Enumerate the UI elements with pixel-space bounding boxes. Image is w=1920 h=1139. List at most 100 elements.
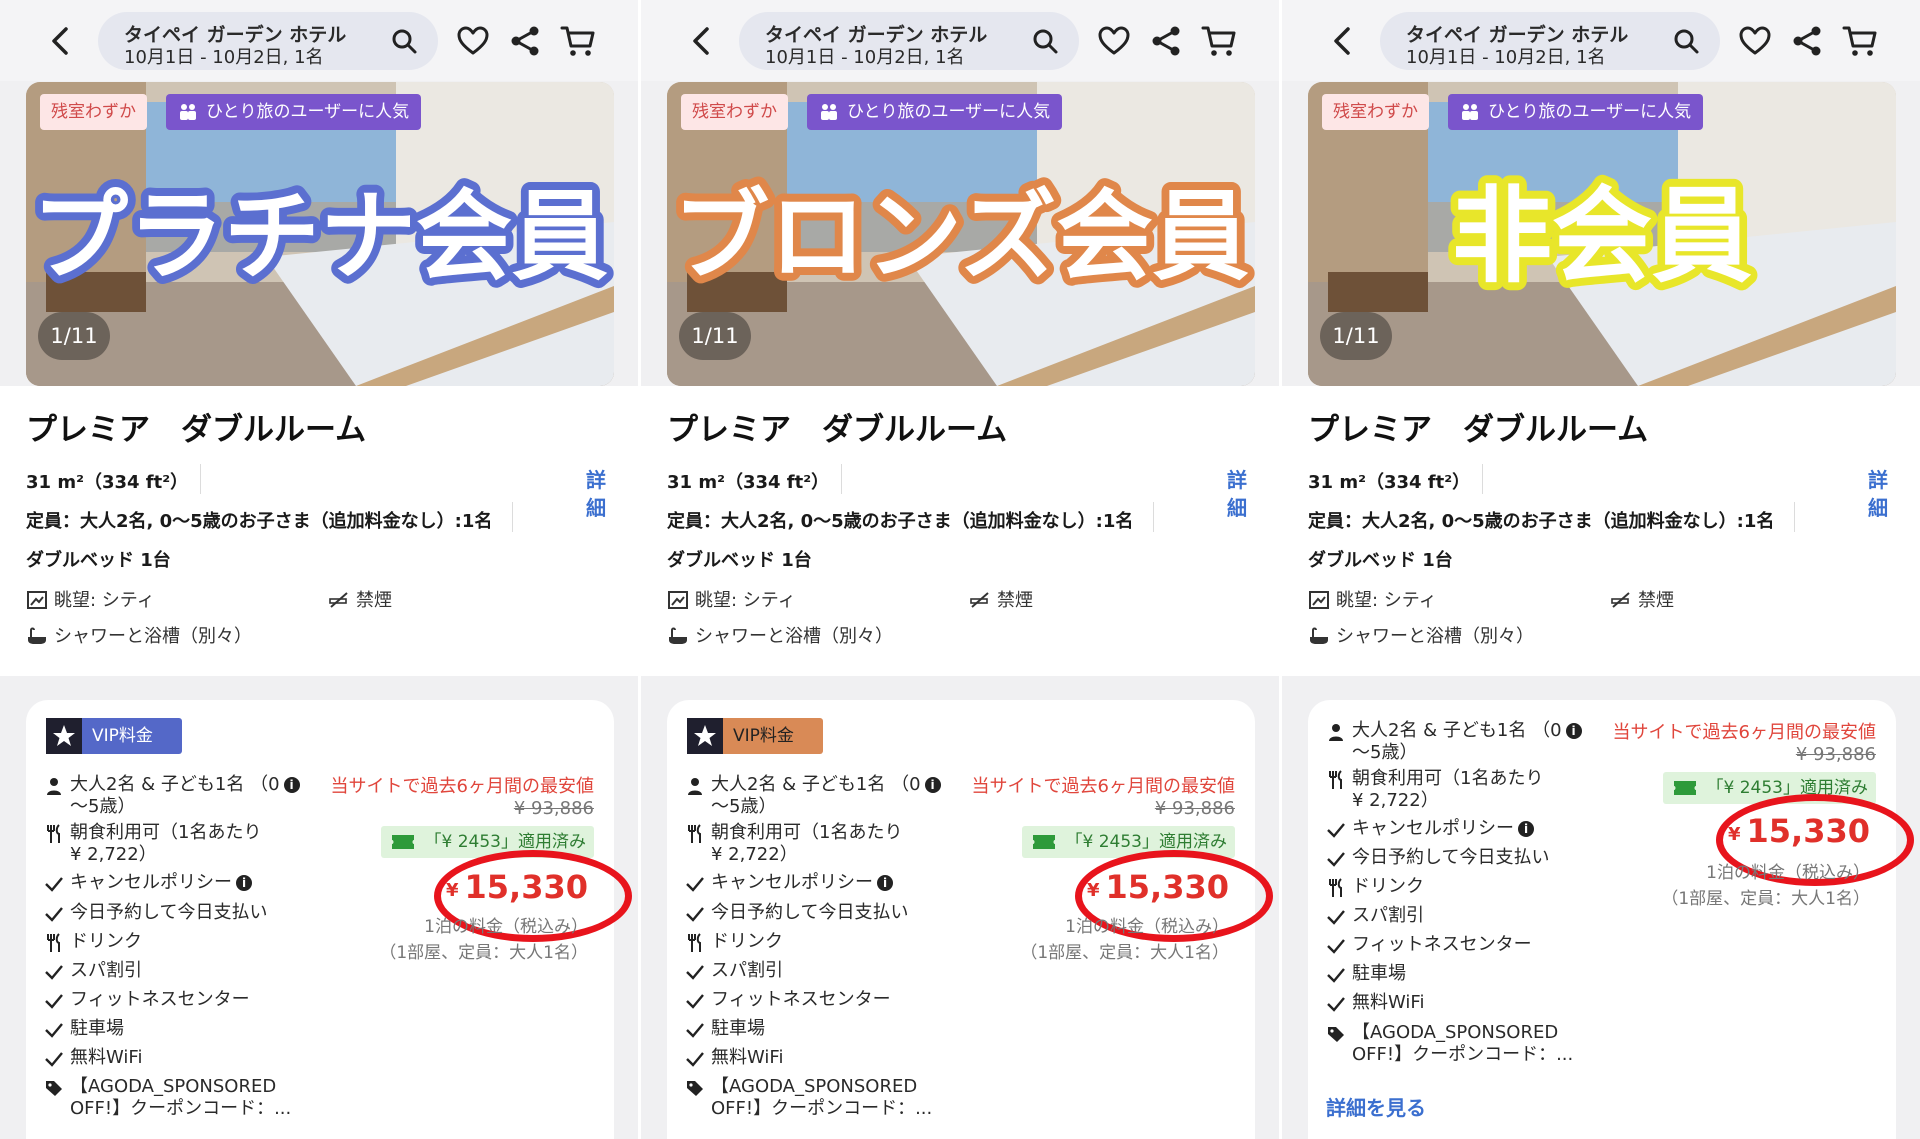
room-detail-link[interactable]: 詳細 — [1866, 466, 1890, 522]
check-icon — [45, 877, 63, 892]
smoking-label: 禁煙 — [997, 590, 1033, 611]
membership-overlay-title: プラチナ会員 — [26, 172, 614, 294]
smoking-label: 禁煙 — [356, 590, 392, 611]
rate-card: VIP料金 大人2名 & 子ども1名 （0 i 〜5歳） 朝食利用可（1名あたり ¥ … — [26, 700, 632, 1139]
info-icon[interactable]: i — [236, 875, 252, 891]
check-icon — [1327, 823, 1345, 838]
back-arrow-icon[interactable] — [1326, 24, 1360, 58]
cancel-policy-label: キャンセルポリシー — [1352, 818, 1514, 839]
stay-info: 10月1日 - 10月2日, 1名 — [765, 47, 965, 68]
lowest-price-promo: 当サイトで過去6ヶ月間の最安値 — [1612, 722, 1876, 743]
breakfast-line2: ¥ 2,722） — [1352, 790, 1439, 811]
back-arrow-icon[interactable] — [685, 24, 719, 58]
room-photo[interactable]: 残室わずか ひとり旅のユーザーに人気 プラチナ会員 1/11 — [26, 82, 614, 386]
share-icon[interactable] — [1790, 24, 1824, 58]
cart-icon[interactable] — [1842, 24, 1878, 58]
overlay-title-text: ブロンズ会員 — [673, 180, 1249, 294]
search-summary[interactable]: タイペイ ガーデン ホテル 10月1日 - 10月2日, 1名 — [739, 12, 1079, 70]
check-icon — [686, 994, 704, 1009]
top-bar: タイペイ ガーデン ホテル 10月1日 - 10月2日, 1名 — [641, 0, 1279, 81]
wifi-label: 無料WiFi — [1352, 992, 1425, 1013]
info-icon[interactable]: i — [1518, 821, 1534, 837]
back-arrow-icon[interactable] — [44, 24, 78, 58]
info-icon[interactable]: i — [1565, 723, 1582, 739]
photo-counter: 1/11 — [1320, 312, 1392, 360]
share-icon[interactable] — [1149, 24, 1183, 58]
guests-line2: 〜5歳） — [711, 796, 777, 817]
divider — [200, 464, 201, 494]
room-info: プレミア ダブルルーム 31 m²（334 ft²） 定員：大人2名, 0〜5歳… — [0, 386, 638, 676]
bath-label: シャワーと浴槽（別々） — [1336, 626, 1534, 647]
tag-icon — [1328, 1027, 1344, 1042]
room-info: プレミア ダブルルーム 31 m²（334 ft²） 定員：大人2名, 0〜5歳… — [641, 386, 1279, 676]
vip-rate-label: VIP料金 — [733, 726, 794, 746]
wifi-label: 無料WiFi — [70, 1047, 143, 1068]
cart-icon[interactable] — [560, 24, 596, 58]
info-icon[interactable]: i — [877, 875, 893, 891]
room-detail-link[interactable]: 詳細 — [584, 466, 608, 522]
room-photo[interactable]: 残室わずか ひとり旅のユーザーに人気 非会員 1/11 — [1308, 82, 1896, 386]
divider — [1482, 464, 1483, 494]
vip-rate-badge: VIP料金 — [46, 718, 182, 754]
view-icon — [668, 591, 688, 609]
room-photo[interactable]: 残室わずか ひとり旅のユーザーに人気 ブロンズ会員 1/11 — [667, 82, 1255, 386]
no-smoking-icon — [970, 592, 989, 608]
room-occupancy-note: （1部屋、定員：大人1名） — [379, 943, 588, 963]
room-occupancy-note: （1部屋、定員：大人1名） — [1020, 943, 1229, 963]
search-icon — [1033, 29, 1058, 54]
heart-icon[interactable] — [456, 24, 490, 58]
room-size: 31 m²（334 ft²） — [667, 472, 830, 493]
cancel-policy-label: キャンセルポリシー — [711, 872, 873, 893]
overlay-title-text: プラチナ会員 — [32, 180, 608, 294]
breakfast-line1: 朝食利用可（1名あたり — [711, 822, 903, 843]
search-icon — [1674, 29, 1699, 54]
info-icon[interactable]: i — [924, 777, 941, 793]
cart-icon[interactable] — [1201, 24, 1237, 58]
coupon-applied-label: 「¥ 2453」適用済み — [424, 832, 586, 852]
spa-label: スパ割引 — [711, 960, 783, 981]
check-icon — [686, 1052, 704, 1067]
check-icon — [686, 907, 704, 922]
spa-label: スパ割引 — [1352, 905, 1424, 926]
ticket-icon — [1032, 835, 1055, 849]
travelers-icon — [821, 104, 837, 120]
room-size: 31 m²（334 ft²） — [1308, 472, 1471, 493]
fork-knife-icon — [1329, 770, 1342, 789]
rate-card: 大人2名 & 子ども1名 （0 i 〜5歳） 朝食利用可（1名あたり ¥ 2,722）… — [1308, 700, 1914, 1139]
panel-platinum: タイペイ ガーデン ホテル 10月1日 - 10月2日, 1名 残室わずか ひと… — [0, 0, 638, 1139]
pay-today-label: 今日予約して今日支払い — [1352, 847, 1550, 868]
room-detail-link[interactable]: 詳細 — [1225, 466, 1249, 522]
overlay-title-text: 非会員 — [1452, 175, 1752, 294]
top-bar: タイペイ ガーデン ホテル 10月1日 - 10月2日, 1名 — [1282, 0, 1920, 81]
view-icon — [27, 591, 47, 609]
vip-rate-label: VIP料金 — [92, 726, 153, 746]
panel-bronze: タイペイ ガーデン ホテル 10月1日 - 10月2日, 1名 残室わずか ひと… — [641, 0, 1279, 1139]
bed-type: ダブルベッド 1台 — [1308, 550, 1453, 571]
search-summary[interactable]: タイペイ ガーデン ホテル 10月1日 - 10月2日, 1名 — [98, 12, 438, 70]
solo-traveler-label: ひとり旅のユーザーに人気 — [206, 102, 410, 122]
view-label: 眺望: シティ — [1336, 590, 1437, 611]
cancel-policy-label: キャンセルポリシー — [70, 872, 232, 893]
view-label: 眺望: シティ — [54, 590, 155, 611]
star-icon — [687, 718, 723, 754]
view-icon — [1309, 591, 1329, 609]
coupon-code-line2: OFF!】クーポンコード：... — [711, 1098, 933, 1119]
fitness-label: フィットネスセンター — [1352, 934, 1532, 955]
heart-icon[interactable] — [1738, 24, 1772, 58]
lowest-price-promo: 当サイトで過去6ヶ月間の最安値 — [971, 776, 1235, 797]
amenity-smoking: 禁煙 — [1610, 586, 1674, 612]
vip-rate-badge: VIP料金 — [687, 718, 823, 754]
fork-knife-icon — [1329, 878, 1342, 897]
check-icon — [1327, 852, 1345, 867]
see-more-link[interactable]: 詳細を見る — [1326, 1092, 1426, 1121]
stay-info: 10月1日 - 10月2日, 1名 — [1406, 47, 1606, 68]
per-night-note: 1泊の料金（税込み） — [1706, 863, 1870, 883]
comparison-collage: タイペイ ガーデン ホテル 10月1日 - 10月2日, 1名 残室わずか ひと… — [0, 0, 1920, 1139]
photo-counter: 1/11 — [679, 312, 751, 360]
no-smoking-icon — [1611, 592, 1630, 608]
heart-icon[interactable] — [1097, 24, 1131, 58]
search-summary[interactable]: タイペイ ガーデン ホテル 10月1日 - 10月2日, 1名 — [1380, 12, 1720, 70]
info-icon[interactable]: i — [283, 777, 300, 793]
share-icon[interactable] — [508, 24, 542, 58]
coupon-code-line1: 【AGODA_SPONSORED — [711, 1076, 918, 1097]
